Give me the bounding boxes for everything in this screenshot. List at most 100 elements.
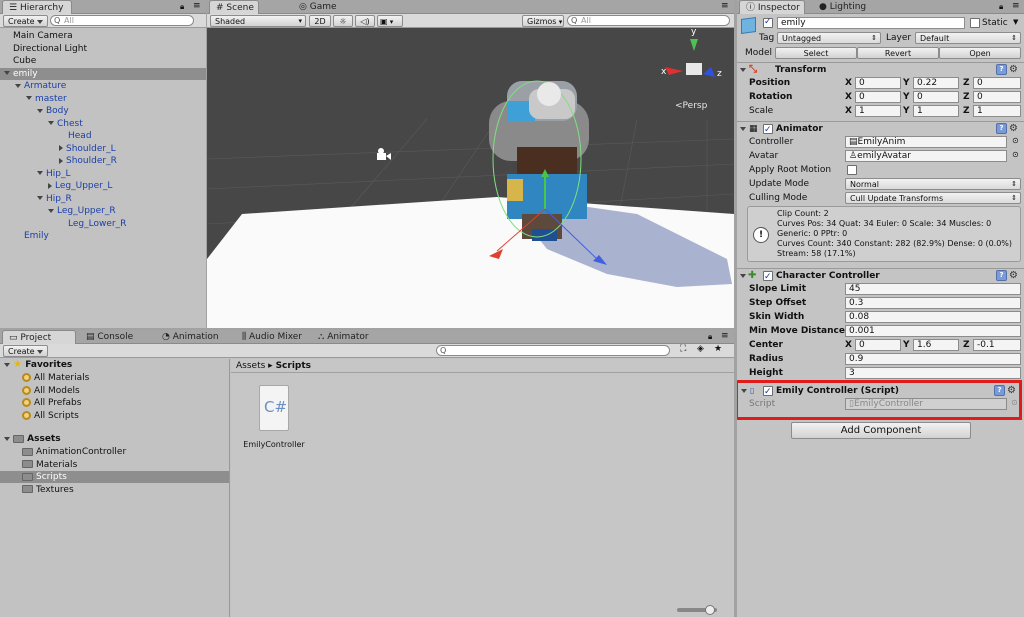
script-asset-item[interactable]: C# EmilyController [241, 385, 307, 455]
hierarchy-search-input[interactable]: Q All [50, 15, 194, 26]
slope-limit-field[interactable]: 45 [845, 283, 1021, 295]
tab-animation[interactable]: ◔ Animation [156, 330, 225, 344]
favorites-header[interactable]: ★ Favorites [4, 359, 72, 371]
scene-search-input[interactable]: Q All [567, 15, 730, 26]
help-icon[interactable]: ? [994, 385, 1005, 396]
tab-lighting[interactable]: ● Lighting [813, 0, 872, 14]
center-z-field[interactable]: -0.1 [973, 339, 1021, 351]
filter-by-type-icon[interactable]: ⛶ [680, 344, 686, 354]
animator-header[interactable]: ▦ Animator ? ⚙ [737, 121, 1024, 137]
avatar-field[interactable]: ♙emilyAvatar [845, 150, 1007, 162]
gizmos-dropdown[interactable]: Gizmos ▾ [522, 15, 564, 27]
hierarchy-item[interactable]: Hip_L [0, 168, 206, 180]
layer-dropdown[interactable]: Default ⇕ [915, 32, 1021, 44]
animator-enabled-checkbox[interactable] [763, 123, 773, 137]
favorite-item[interactable]: All Materials [22, 372, 89, 384]
lock-icon[interactable]: 🔒︎ [708, 332, 712, 342]
expanded-arrow-icon[interactable] [4, 71, 10, 75]
character-controller-header[interactable]: ✚ Character Controller ? ⚙ [737, 268, 1024, 284]
controller-field[interactable]: ▤EmilyAnim [845, 136, 1007, 148]
gear-icon[interactable]: ⚙ [1009, 269, 1018, 283]
hierarchy-item[interactable]: Shoulder_L [0, 143, 206, 155]
object-picker-icon[interactable]: ⊙ [1012, 136, 1019, 145]
hierarchy-create-button[interactable]: Create [3, 15, 49, 27]
expanded-arrow-icon[interactable] [26, 96, 32, 100]
min-move-distance-field[interactable]: 0.001 [845, 325, 1021, 337]
slider-thumb[interactable] [705, 605, 715, 615]
model-open-button[interactable]: Open [939, 47, 1021, 59]
panel-menu-icon[interactable]: ≡ [1012, 1, 1020, 11]
favorite-item[interactable]: All Scripts [22, 410, 79, 422]
panel-menu-icon[interactable]: ≡ [721, 331, 729, 341]
hierarchy-item[interactable]: Directional Light [0, 43, 206, 55]
step-offset-field[interactable]: 0.3 [845, 297, 1021, 309]
assets-header[interactable]: Assets [4, 433, 61, 445]
height-field[interactable]: 3 [845, 367, 1021, 379]
collapsed-arrow-icon[interactable] [48, 182, 52, 189]
object-picker-icon[interactable]: ⊙ [1012, 150, 1019, 159]
tab-game[interactable]: ◎ Game [293, 0, 343, 14]
breadcrumb-scripts[interactable]: Scripts [276, 361, 311, 371]
breadcrumb-assets[interactable]: Assets [236, 361, 265, 371]
script-component-header[interactable]: ▯ Emily Controller (Script) ? ⚙ [737, 384, 1024, 399]
scale-y-field[interactable]: 1 [913, 105, 959, 117]
scale-x-field[interactable]: 1 [855, 105, 901, 117]
center-y-field[interactable]: 1.6 [913, 339, 959, 351]
skin-width-field[interactable]: 0.08 [845, 311, 1021, 323]
tab-audio-mixer[interactable]: ⫼ Audio Mixer [236, 330, 308, 344]
hierarchy-item[interactable]: Emily [0, 230, 206, 242]
toggle-2d-button[interactable]: 2D [309, 15, 331, 27]
character-controller-enabled-checkbox[interactable] [763, 270, 773, 284]
scene-viewport[interactable]: y x z <Persp [207, 29, 734, 328]
panel-menu-icon[interactable]: ≡ [193, 1, 201, 11]
apply-root-motion-checkbox[interactable] [847, 165, 857, 175]
hierarchy-item[interactable]: emily [0, 67, 206, 80]
persp-label[interactable]: <Persp [675, 101, 707, 111]
center-x-field[interactable]: 0 [855, 339, 901, 351]
gear-icon[interactable]: ⚙ [1009, 63, 1018, 77]
rotation-x-field[interactable]: 0 [855, 91, 901, 103]
tag-dropdown[interactable]: Untagged ⇕ [777, 32, 881, 44]
scale-z-field[interactable]: 1 [973, 105, 1021, 117]
add-component-button[interactable]: Add Component [791, 422, 971, 439]
tab-animator[interactable]: ⛬ Animator [312, 330, 375, 344]
gear-icon[interactable]: ⚙ [1009, 122, 1018, 136]
hierarchy-item[interactable]: Head [0, 130, 206, 142]
asset-folder-item[interactable]: Materials [0, 459, 229, 471]
favorite-item[interactable]: All Models [22, 385, 80, 397]
asset-folder-item[interactable]: AnimationController [0, 446, 229, 458]
asset-folder-item[interactable]: Textures [0, 484, 229, 496]
hierarchy-item[interactable]: Main Camera [0, 30, 206, 42]
icon-size-slider[interactable] [677, 605, 717, 615]
expanded-arrow-icon[interactable] [48, 121, 54, 125]
hierarchy-item[interactable]: Body [0, 105, 206, 117]
hierarchy-item[interactable]: Hip_R [0, 193, 206, 205]
project-create-button[interactable]: Create [3, 345, 49, 357]
culling-mode-dropdown[interactable]: Cull Update Transforms ⇕ [845, 192, 1021, 204]
help-icon[interactable]: ? [996, 123, 1007, 134]
gear-icon[interactable]: ⚙ [1007, 384, 1016, 398]
rotation-z-field[interactable]: 0 [973, 91, 1021, 103]
position-z-field[interactable]: 0 [973, 77, 1021, 89]
expanded-arrow-icon[interactable] [48, 208, 54, 213]
tab-console[interactable]: ▤ Console [80, 330, 139, 344]
script-field[interactable]: ▯EmilyController [845, 398, 1007, 410]
expanded-arrow-icon[interactable] [37, 171, 43, 175]
hierarchy-item[interactable]: Shoulder_R [0, 155, 206, 167]
script-enabled-checkbox[interactable] [763, 385, 773, 399]
lighting-toggle-button[interactable]: ☼ [333, 15, 353, 27]
favorite-item[interactable]: All Prefabs [22, 397, 81, 409]
filter-by-label-icon[interactable]: ◈ [697, 344, 704, 354]
favorite-star-icon[interactable]: ★ [714, 344, 722, 354]
help-icon[interactable]: ? [996, 270, 1007, 281]
expanded-arrow-icon[interactable] [37, 108, 43, 113]
tab-inspector[interactable]: ⓘ Inspector [739, 0, 805, 14]
position-y-field[interactable]: 0.22 [913, 77, 959, 89]
transform-header[interactable]: ⤡ Transform ? ⚙ [737, 62, 1024, 76]
rotation-y-field[interactable]: 0 [913, 91, 959, 103]
expanded-arrow-icon[interactable] [15, 83, 21, 88]
hierarchy-item[interactable]: Leg_Upper_L [0, 180, 206, 192]
asset-folder-item[interactable]: Scripts [0, 471, 229, 483]
panel-menu-icon[interactable]: ≡ [721, 1, 729, 11]
hierarchy-item[interactable]: Chest [0, 118, 206, 130]
